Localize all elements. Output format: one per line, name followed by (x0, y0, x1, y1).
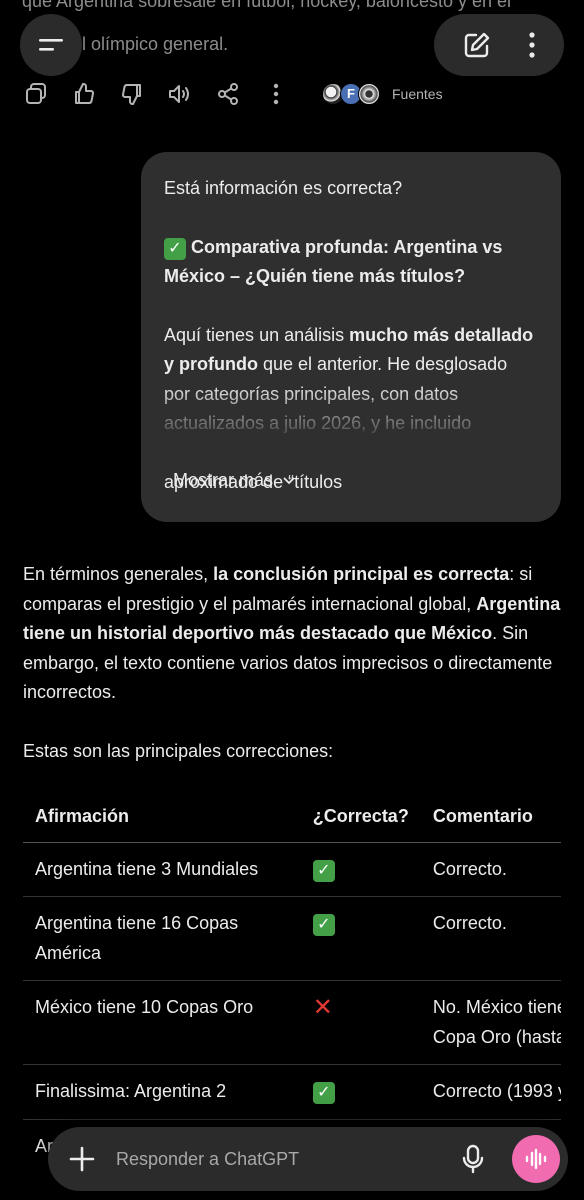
table-row: México tiene 10 Copas Oro ✕ No. México tie… (23, 980, 561, 1065)
show-more-button[interactable]: Mostrar más (173, 466, 295, 496)
column-header: Afirmación (23, 792, 301, 843)
composer: Responder a ChatGPT (48, 1127, 568, 1191)
read-aloud-button[interactable] (166, 80, 194, 108)
previous-message-line1: que Argentina sobresale en fútbol, hocke… (22, 0, 511, 11)
sources-button[interactable]: F Fuentes (322, 83, 443, 105)
show-more-label: Mostrar más (173, 470, 274, 490)
answer-paragraph-2: Estas son las principales correcciones: (23, 740, 334, 761)
sources-label: Fuentes (392, 86, 443, 102)
comment-cell: Correcto. (420, 842, 561, 897)
assistant-answer: En términos generales, la conclusión pri… (23, 560, 568, 766)
copy-button[interactable] (22, 80, 50, 108)
collapse-fade (141, 384, 561, 464)
more-actions-button[interactable] (262, 80, 290, 108)
attach-button[interactable] (68, 1145, 96, 1173)
claim-cell: México tiene 10 Copas Oro (23, 980, 301, 1065)
edit-icon (464, 32, 489, 58)
waveform-icon (525, 1148, 547, 1170)
dictate-button[interactable] (458, 1144, 488, 1174)
header-actions (434, 14, 564, 76)
thumbs-up-button[interactable] (70, 80, 98, 108)
claim-cell: Argentina tiene 16 Copas América (23, 896, 301, 981)
more-vertical-icon (273, 83, 279, 105)
user-message-bubble: Está información es correcta? ✓ Comparat… (141, 152, 561, 522)
menu-icon (39, 39, 63, 51)
more-vertical-icon (528, 32, 535, 58)
answer-paragraph-1: En términos generales, la conclusión pri… (23, 564, 561, 702)
comment-cell: Correcto (1993 y (420, 1064, 561, 1120)
thumbs-up-icon (75, 82, 95, 104)
plus-icon (69, 1146, 95, 1172)
voice-mode-button[interactable] (512, 1135, 560, 1183)
user-heading: ✓ Comparativa profunda: Argentina vs Méx… (164, 233, 537, 292)
thumbs-down-button[interactable] (118, 80, 146, 108)
check-mark-icon: ✓ (300, 842, 421, 897)
source-favicon-soccer-2 (358, 83, 380, 105)
comment-cell: No. México tiene Copa Oro (hasta (420, 980, 561, 1065)
table-row: Argentina tiene 16 Copas América ✓ Correct… (23, 896, 561, 981)
check-mark-icon: ✓ (164, 237, 186, 260)
menu-button[interactable] (20, 14, 82, 76)
claim-cell: Argentina tiene 3 Mundiales (23, 842, 301, 897)
user-question: Está información es correcta? (164, 178, 403, 198)
column-header: Comentario (420, 792, 561, 843)
table-row: Argentina tiene 3 Mundiales ✓ Correcto. (23, 842, 561, 897)
comment-cell: Correcto. (420, 896, 561, 981)
column-header: ¿Correcta? (300, 792, 421, 843)
share-icon (218, 83, 238, 105)
new-chat-button[interactable] (462, 30, 492, 60)
cross-mark-icon: ✕ (300, 980, 421, 1065)
previous-message-line2: l olímpico general. (82, 34, 229, 54)
table-row: Finalissima: Argentina 2 ✓ Correcto (1993 … (23, 1064, 561, 1120)
thumbs-down-icon (121, 84, 141, 106)
table-header-row: Afirmación ¿Correcta? Comentario (23, 792, 561, 843)
speaker-icon (169, 85, 189, 103)
user-heading-text: Comparativa profunda: Argentina vs Méxic… (164, 236, 503, 287)
more-options-button[interactable] (527, 31, 537, 59)
message-actions: F Fuentes (22, 78, 443, 110)
message-input[interactable]: Responder a ChatGPT (116, 1149, 458, 1170)
share-button[interactable] (214, 80, 242, 108)
check-mark-icon: ✓ (300, 1064, 421, 1120)
chevron-down-icon (283, 477, 295, 485)
copy-icon (26, 83, 46, 104)
microphone-icon (462, 1144, 484, 1174)
claim-cell: Finalissima: Argentina 2 (23, 1064, 301, 1120)
check-mark-icon: ✓ (300, 896, 421, 981)
